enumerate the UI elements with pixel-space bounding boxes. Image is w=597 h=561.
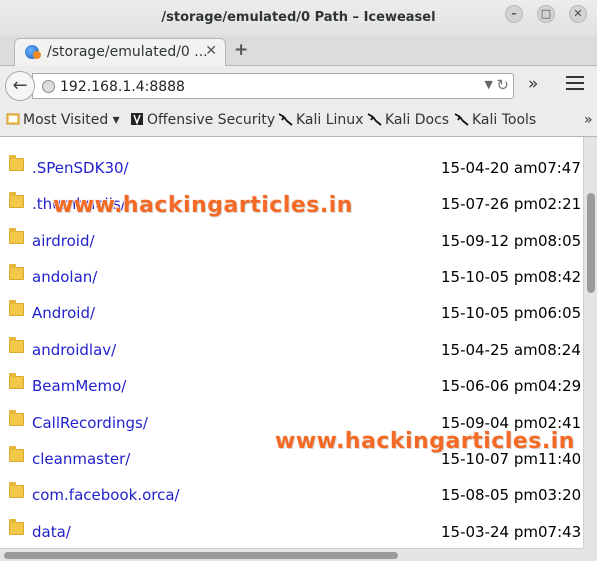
- maximize-button[interactable]: □: [537, 5, 555, 23]
- folder-icon: [9, 446, 24, 462]
- folder-icon: [9, 410, 24, 426]
- modified-date: 15-04-20 am07:47: [441, 159, 581, 177]
- folder-icon: [9, 192, 24, 208]
- bookmarks-toolbar: Most Visited ▾ Offensive Security Kali L…: [0, 104, 597, 137]
- toolbar-overflow-icon[interactable]: »: [528, 74, 538, 94]
- url-bar[interactable]: ▼ ↻: [32, 73, 514, 99]
- bookmark-label: Kali Docs: [385, 112, 450, 128]
- folder-link[interactable]: airdroid/: [32, 232, 95, 250]
- window-titlebar: /storage/emulated/0 Path – Iceweasel – □…: [0, 0, 597, 36]
- folder-icon: [9, 300, 24, 316]
- folder-icon: [9, 373, 24, 389]
- folder-icon: [9, 228, 24, 244]
- globe-icon: [42, 80, 55, 93]
- folder-link[interactable]: Android/: [32, 304, 95, 322]
- vertical-scrollbar-thumb[interactable]: [587, 193, 595, 293]
- watermark-text: www.hackingarticles.in: [275, 429, 575, 454]
- tab-strip: /storage/emulated/0 ... ✕ +: [0, 36, 597, 66]
- horizontal-scrollbar-thumb[interactable]: [4, 552, 398, 559]
- kali-dragon-icon: [278, 112, 293, 130]
- folder-link[interactable]: CallRecordings/: [32, 414, 148, 432]
- bookmark-kali-tools[interactable]: Kali Tools: [454, 112, 536, 130]
- list-item: .SPenSDK30/ 15-04-20 am07:47: [0, 149, 583, 185]
- scrollbar-corner: [583, 548, 597, 561]
- minimize-button[interactable]: –: [505, 5, 523, 23]
- list-item: andolan/ 15-10-05 pm08:42: [0, 258, 583, 294]
- modified-date: 15-10-05 pm06:05: [441, 304, 582, 322]
- most-visited-icon: [6, 112, 20, 130]
- url-input[interactable]: [60, 77, 480, 96]
- list-item: data/ 15-03-24 pm07:43: [0, 513, 583, 548]
- modified-date: 15-03-24 pm07:43: [441, 523, 582, 541]
- folder-link[interactable]: .SPenSDK30/: [32, 159, 129, 177]
- list-item: com.facebook.orca/ 15-08-05 pm03:20: [0, 476, 583, 512]
- tab-title: /storage/emulated/0 ...: [47, 44, 208, 60]
- horizontal-scrollbar[interactable]: [0, 548, 583, 561]
- folder-link[interactable]: androidlav/: [32, 341, 116, 359]
- modified-date: 15-06-06 pm04:29: [441, 377, 582, 395]
- modified-date: 15-07-26 pm02:21: [441, 195, 582, 213]
- list-item: androidlav/ 15-04-25 am08:24: [0, 331, 583, 367]
- kali-dragon-icon: [454, 112, 469, 130]
- folder-icon: [9, 482, 24, 498]
- bookmark-label: Offensive Security: [147, 112, 276, 128]
- modified-date: 15-09-12 pm08:05: [441, 232, 582, 250]
- folder-link[interactable]: andolan/: [32, 268, 97, 286]
- directory-listing: .SPenSDK30/ 15-04-20 am07:47 .thumbnails…: [0, 137, 583, 548]
- iceweasel-favicon-icon: [25, 45, 41, 59]
- modified-date: 15-04-25 am08:24: [441, 341, 581, 359]
- bookmark-offensive-security[interactable]: Offensive Security: [130, 112, 275, 130]
- folder-link[interactable]: BeamMemo/: [32, 377, 126, 395]
- folder-link[interactable]: cleanmaster/: [32, 450, 130, 468]
- kali-dragon-icon: [367, 112, 382, 130]
- folder-icon: [9, 264, 24, 280]
- bookmark-label: Kali Tools: [472, 112, 537, 128]
- list-item: BeamMemo/ 15-06-06 pm04:29: [0, 367, 583, 403]
- new-tab-button[interactable]: +: [234, 40, 248, 60]
- list-item: Android/ 15-10-05 pm06:05: [0, 294, 583, 330]
- reload-icon[interactable]: ↻: [496, 76, 509, 94]
- list-item: airdroid/ 15-09-12 pm08:05: [0, 222, 583, 258]
- back-button[interactable]: ←: [5, 71, 35, 101]
- folder-link[interactable]: data/: [32, 523, 71, 541]
- bookmarks-overflow-icon[interactable]: »: [584, 112, 593, 128]
- folder-icon: [9, 155, 24, 171]
- tab-current[interactable]: /storage/emulated/0 ... ✕: [14, 38, 226, 66]
- folder-icon: [9, 337, 24, 353]
- modified-date: 15-08-05 pm03:20: [441, 486, 582, 504]
- bookmark-label: Kali Linux: [296, 112, 364, 128]
- bookmark-most-visited[interactable]: Most Visited ▾: [6, 112, 120, 130]
- bookmark-kali-docs[interactable]: Kali Docs: [367, 112, 449, 130]
- folder-icon: [9, 519, 24, 535]
- bookmark-kali-linux[interactable]: Kali Linux: [278, 112, 363, 130]
- vertical-scrollbar[interactable]: [583, 137, 597, 548]
- folder-link[interactable]: com.facebook.orca/: [32, 486, 180, 504]
- url-history-dropdown-icon[interactable]: ▼: [485, 78, 493, 91]
- hamburger-menu-icon[interactable]: [566, 76, 584, 92]
- offensive-security-icon: [130, 112, 144, 130]
- watermark-text: www.hackingarticles.in: [53, 193, 353, 218]
- modified-date: 15-10-05 pm08:42: [441, 268, 582, 286]
- navigation-bar: ▼ ↻ ← »: [0, 66, 597, 104]
- tab-close-icon[interactable]: ✕: [205, 43, 217, 59]
- close-window-button[interactable]: ✕: [569, 5, 587, 23]
- bookmark-label: Most Visited ▾: [23, 112, 120, 128]
